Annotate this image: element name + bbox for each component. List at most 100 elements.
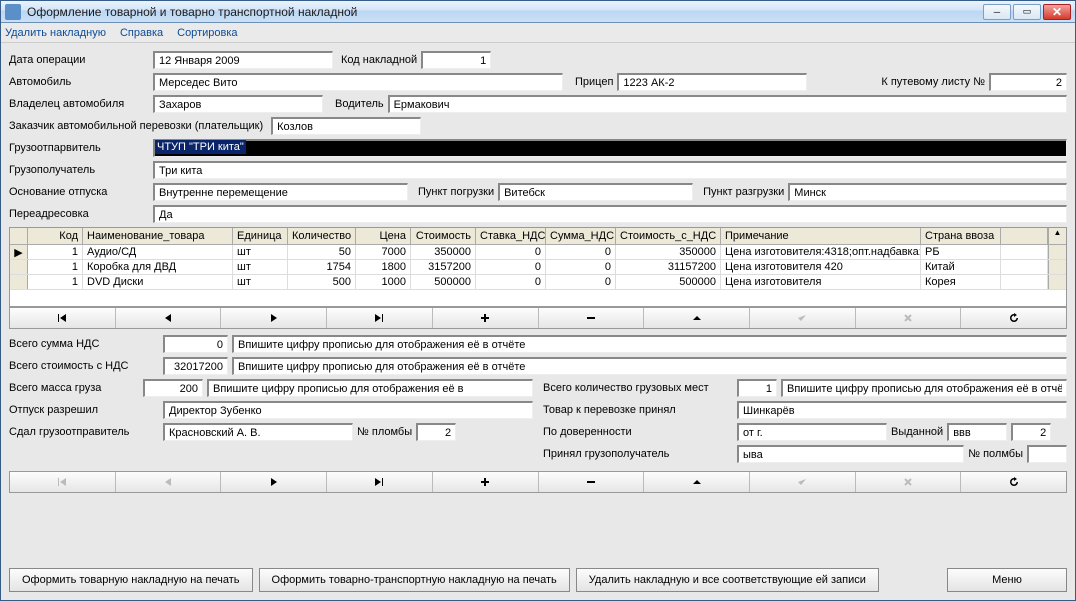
col-price[interactable]: Цена (356, 228, 411, 244)
code-input[interactable] (421, 51, 491, 69)
nav2-cancel-button[interactable] (856, 472, 962, 492)
issued-no-input[interactable] (1011, 423, 1051, 441)
label-mass-total: Всего масса груза (9, 382, 139, 394)
receiver-input[interactable] (153, 161, 1067, 179)
nav2-remove-button[interactable] (539, 472, 645, 492)
menubar: Удалить накладную Справка Сортировка (1, 23, 1075, 43)
nav-edit-button[interactable] (644, 308, 750, 328)
label-by-proxy: По доверенности (543, 426, 733, 438)
seal-no2-input[interactable] (1027, 445, 1067, 463)
received-input[interactable] (737, 445, 964, 463)
nav-cancel-button[interactable] (856, 308, 962, 328)
sender-input[interactable]: ЧТУП "ТРИ кита" (155, 140, 246, 154)
label-sender: Грузоотпарвитель (9, 142, 149, 154)
record-navigator (9, 471, 1067, 493)
label-cost-total: Всего стоимость с НДС (9, 360, 159, 372)
readdress-input[interactable] (153, 205, 1067, 223)
cost-total-text[interactable] (232, 357, 1067, 375)
loadpoint-input[interactable] (498, 183, 693, 201)
trailer-input[interactable] (617, 73, 807, 91)
action-bar: Оформить товарную накладную на печать Оф… (1, 564, 1075, 600)
nav2-first-button[interactable] (10, 472, 116, 492)
sender-gave-input[interactable] (163, 423, 353, 441)
date-input[interactable] (153, 51, 333, 69)
nav-next-button[interactable] (221, 308, 327, 328)
app-window: Оформление товарной и товарно транспортн… (0, 0, 1076, 601)
maximize-button[interactable]: ▭ (1013, 4, 1041, 20)
label-nds-total: Всего сумма НДС (9, 338, 159, 350)
delete-all-button[interactable]: Удалить накладную и все соответствующие … (576, 568, 879, 592)
car-input[interactable] (153, 73, 563, 91)
places-total-input[interactable] (737, 379, 777, 397)
nav2-post-button[interactable] (750, 472, 856, 492)
nav2-edit-button[interactable] (644, 472, 750, 492)
nav-prev-button[interactable] (116, 308, 222, 328)
nav-refresh-button[interactable] (961, 308, 1066, 328)
col-country[interactable]: Страна ввоза (921, 228, 1001, 244)
titlebar: Оформление товарной и товарно транспортн… (1, 1, 1075, 23)
window-title: Оформление товарной и товарно транспортн… (27, 5, 983, 19)
mass-total-input[interactable] (143, 379, 203, 397)
label-driver: Водитель (335, 98, 384, 110)
driver-input[interactable] (388, 95, 1067, 113)
print-transport-button[interactable]: Оформить товарно-транспортную накладную … (259, 568, 570, 592)
scroll-up-icon[interactable]: ▲ (1048, 228, 1066, 244)
nav2-refresh-button[interactable] (961, 472, 1066, 492)
table-row[interactable]: 1DVD Дискишт500100050000000500000Цена из… (10, 275, 1066, 290)
col-name[interactable]: Наименование_товара (83, 228, 233, 244)
allowed-input[interactable] (163, 401, 533, 419)
col-unit[interactable]: Единица (233, 228, 288, 244)
col-note[interactable]: Примечание (721, 228, 921, 244)
nav2-last-button[interactable] (327, 472, 433, 492)
label-places-total: Всего количество грузовых мест (543, 382, 733, 394)
col-cost[interactable]: Стоимость (411, 228, 476, 244)
menu-help[interactable]: Справка (120, 27, 163, 39)
col-code[interactable]: Код (28, 228, 83, 244)
accepted-input[interactable] (737, 401, 1067, 419)
nav-post-button[interactable] (750, 308, 856, 328)
label-accepted: Товар к перевозке принял (543, 404, 733, 416)
label-received: Принял грузополучатель (543, 448, 733, 460)
proxy-from-input[interactable] (737, 423, 887, 441)
nav-add-button[interactable] (433, 308, 539, 328)
nav2-add-button[interactable] (433, 472, 539, 492)
issued-input[interactable] (947, 423, 1007, 441)
label-customer: Заказчик автомобильной перевозки (плател… (9, 120, 263, 132)
minimize-button[interactable]: ─ (983, 4, 1011, 20)
menu-button[interactable]: Меню (947, 568, 1067, 592)
close-button[interactable]: ✕ (1043, 4, 1071, 20)
label-waybill: К путевому листу № (881, 76, 985, 88)
label-code: Код накладной (341, 54, 417, 66)
nav-first-button[interactable] (10, 308, 116, 328)
table-row[interactable]: 1Коробка для ДВДшт1754180031572000031157… (10, 260, 1066, 275)
seal-no-input[interactable] (416, 423, 456, 441)
customer-input[interactable] (271, 117, 421, 135)
menu-delete[interactable]: Удалить накладную (5, 27, 106, 39)
nav2-prev-button[interactable] (116, 472, 222, 492)
table-row[interactable]: ▶1Аудио/СДшт50700035000000350000Цена изг… (10, 245, 1066, 260)
nav-remove-button[interactable] (539, 308, 645, 328)
col-ndssum[interactable]: Сумма_НДС (546, 228, 616, 244)
col-ndsrate[interactable]: Ставка_НДС (476, 228, 546, 244)
cost-total-input[interactable] (163, 357, 228, 375)
nav2-next-button[interactable] (221, 472, 327, 492)
app-icon (5, 4, 21, 20)
menu-sort[interactable]: Сортировка (177, 27, 237, 39)
nav-last-button[interactable] (327, 308, 433, 328)
waybill-input[interactable] (989, 73, 1067, 91)
nds-total-input[interactable] (163, 335, 228, 353)
places-total-text[interactable] (781, 379, 1067, 397)
col-costnds[interactable]: Стоимость_с_НДС (616, 228, 721, 244)
label-basis: Основание отпуска (9, 186, 149, 198)
mass-total-text[interactable] (207, 379, 533, 397)
grid-navigator (9, 307, 1067, 329)
col-qty[interactable]: Количество (288, 228, 356, 244)
basis-input[interactable] (153, 183, 408, 201)
goods-grid[interactable]: Код Наименование_товара Единица Количест… (9, 227, 1067, 307)
nds-total-text[interactable] (232, 335, 1067, 353)
unloadpoint-input[interactable] (788, 183, 1067, 201)
print-goods-button[interactable]: Оформить товарную накладную на печать (9, 568, 253, 592)
label-issued: Выданной (891, 426, 943, 438)
label-trailer: Прицеп (575, 76, 613, 88)
owner-input[interactable] (153, 95, 323, 113)
